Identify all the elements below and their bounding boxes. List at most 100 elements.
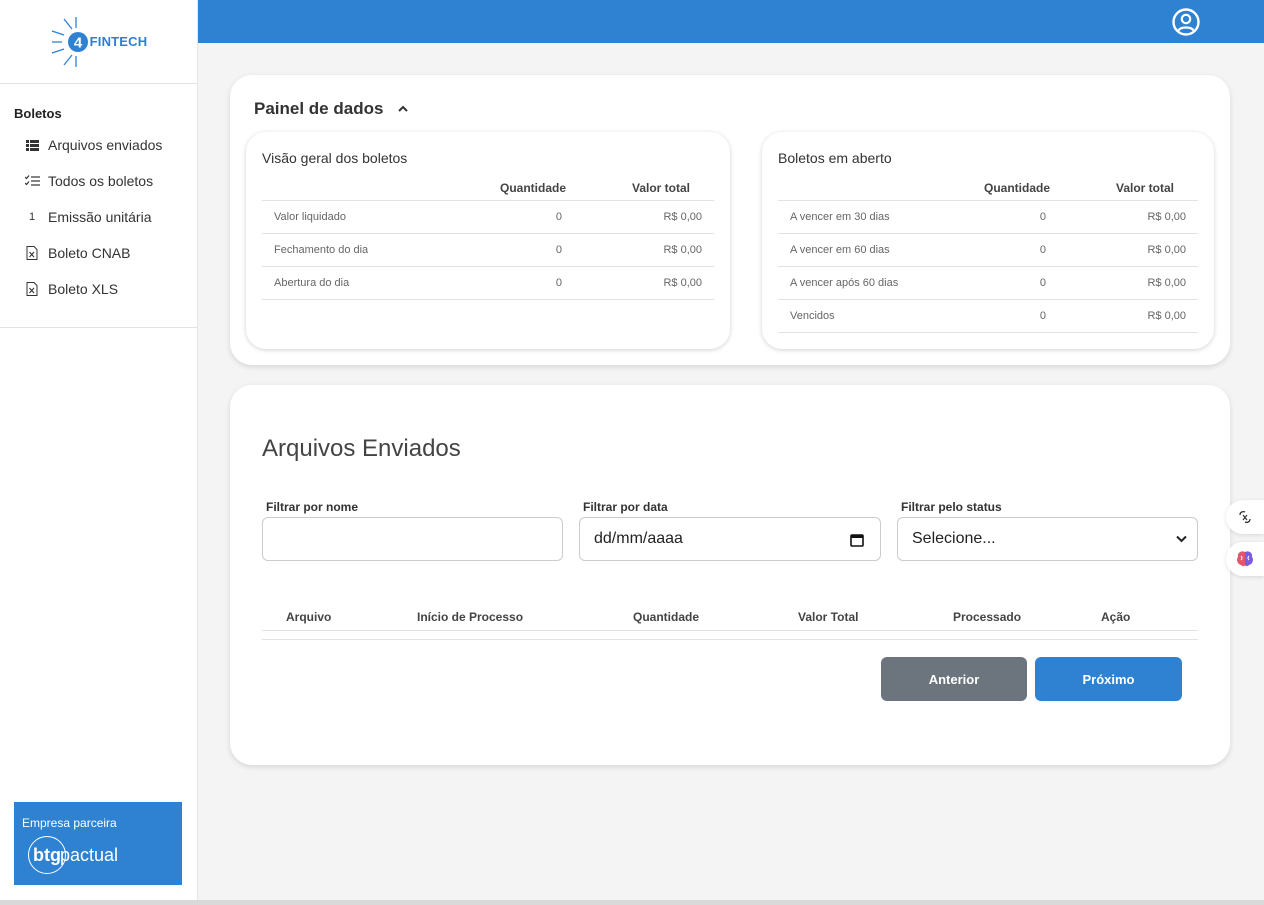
- table-row: A vencer após 60 dias 0 R$ 0,00: [778, 267, 1198, 300]
- svg-text:4: 4: [73, 34, 82, 51]
- sidebar-item-todos-os-boletos[interactable]: Todos os boletos: [0, 163, 197, 199]
- sidebar-nav: Boletos Arquivos enviados Todos os bolet…: [0, 84, 197, 328]
- partner-banner: Empresa parceira btg pactual: [14, 802, 182, 885]
- open-boletos-card: Boletos em aberto Quantidade Valor total…: [762, 132, 1214, 349]
- table-row: Valor liquidado 0 R$ 0,00: [262, 201, 714, 234]
- table-row: A vencer em 30 dias 0 R$ 0,00: [778, 201, 1198, 234]
- overview-card: Visão geral dos boletos Quantidade Valor…: [246, 132, 730, 349]
- file-x-icon: [24, 281, 40, 297]
- row-label: Fechamento do dia: [274, 244, 369, 256]
- row-quantity: 0: [1039, 277, 1046, 289]
- column-header: Valor total: [631, 180, 690, 195]
- chevron-up-icon[interactable]: [397, 103, 409, 115]
- row-label: A vencer após 60 dias: [790, 277, 899, 289]
- list-icon: [24, 137, 40, 153]
- name-filter-input[interactable]: [262, 517, 563, 561]
- row-value: R$ 0,00: [1147, 244, 1186, 256]
- panel-title-text: Painel de dados: [254, 99, 384, 118]
- files-table: Arquivo Início de Processo Quantidade Va…: [262, 603, 1198, 640]
- number-one-icon: 1: [28, 211, 36, 223]
- sidebar-item-boleto-xls[interactable]: Boleto XLS: [0, 271, 197, 307]
- chevron-down-icon: [1176, 535, 1187, 543]
- sidebar-item-label: Arquivos enviados: [48, 137, 163, 153]
- column-header: Quantidade: [499, 180, 566, 195]
- column-header: Processado: [953, 609, 1022, 624]
- column-header: Ação: [1101, 609, 1131, 624]
- checklist-icon: [24, 173, 40, 189]
- date-filter-input[interactable]: dd/mm/aaaa: [579, 517, 881, 561]
- overview-title: Visão geral dos boletos: [262, 150, 408, 166]
- page-title: Arquivos Enviados: [262, 435, 461, 462]
- btg-logo-text: pactual: [60, 844, 119, 865]
- row-label: A vencer em 60 dias: [790, 244, 890, 256]
- name-filter-label: Filtrar por nome: [266, 500, 359, 514]
- sidebar-item-boleto-cnab[interactable]: Boleto CNAB: [0, 235, 197, 271]
- table-header: Quantidade Valor total: [778, 175, 1198, 201]
- sidebar: 4 FINTECH Boletos Arquivos enviados Todo…: [0, 0, 198, 900]
- partner-label: Empresa parceira: [22, 816, 117, 830]
- row-quantity: 0: [555, 211, 562, 223]
- previous-button[interactable]: Anterior: [881, 657, 1027, 701]
- table-row: Abertura do dia 0 R$ 0,00: [262, 267, 714, 300]
- row-quantity: 0: [1039, 244, 1046, 256]
- row-value: R$ 0,00: [1147, 277, 1186, 289]
- overview-table: Quantidade Valor total Valor liquidado 0…: [262, 175, 714, 300]
- next-button[interactable]: Próximo: [1035, 657, 1182, 701]
- sidebar-item-emissao-unitaria[interactable]: 1 Emissão unitária: [0, 199, 197, 235]
- btg-pactual-logo: btg pactual: [22, 836, 174, 874]
- row-label: Valor liquidado: [274, 211, 346, 223]
- panel-title[interactable]: Painel de dados: [254, 99, 409, 119]
- column-header: Quantidade: [633, 609, 700, 624]
- sidebar-item-label: Boleto CNAB: [48, 245, 131, 261]
- row-label: Abertura do dia: [274, 277, 350, 289]
- row-quantity: 0: [1039, 310, 1046, 322]
- column-header: Valor total: [1115, 180, 1174, 195]
- sidebar-item-label: Boleto XLS: [48, 281, 119, 297]
- row-quantity: 0: [555, 244, 562, 256]
- column-header: Início de Processo: [417, 609, 524, 624]
- nav-section-title: Boletos: [14, 106, 62, 121]
- open-boletos-title: Boletos em aberto: [778, 150, 892, 166]
- row-quantity: 0: [1039, 211, 1046, 223]
- sidebar-item-label: Todos os boletos: [48, 173, 154, 189]
- row-value: R$ 0,00: [663, 244, 702, 256]
- translate-icon: [1239, 510, 1251, 524]
- user-account-icon[interactable]: [1172, 8, 1200, 36]
- row-label: A vencer em 30 dias: [790, 211, 890, 223]
- row-value: R$ 0,00: [1147, 310, 1186, 322]
- row-quantity: 0: [555, 277, 562, 289]
- table-row: A vencer em 60 dias 0 R$ 0,00: [778, 234, 1198, 267]
- logo-text: FINTECH: [89, 34, 148, 49]
- column-header: Valor Total: [798, 609, 859, 624]
- table-header: Arquivo Início de Processo Quantidade Va…: [262, 603, 1198, 631]
- file-x-icon: [24, 245, 40, 261]
- files-section: Arquivos Enviados Filtrar por nome Filtr…: [230, 385, 1230, 765]
- date-filter-value: dd/mm/aaaa: [594, 530, 683, 547]
- row-value: R$ 0,00: [663, 211, 702, 223]
- table-row: Vencidos 0 R$ 0,00: [778, 300, 1198, 333]
- table-row: Fechamento do dia 0 R$ 0,00: [262, 234, 714, 267]
- brain-icon: [1237, 551, 1253, 567]
- status-filter-label: Filtrar pelo status: [901, 500, 1002, 514]
- table-divider: [262, 631, 1198, 640]
- data-panel: Painel de dados Visão geral dos boletos …: [230, 75, 1230, 365]
- sidebar-item-label: Emissão unitária: [48, 209, 152, 225]
- status-filter-value: Selecione...: [912, 530, 996, 547]
- row-value: R$ 0,00: [663, 277, 702, 289]
- sun-logo-icon: 4: [51, 16, 88, 67]
- table-header: Quantidade Valor total: [262, 175, 714, 201]
- bottom-border: [0, 900, 1264, 905]
- top-bar: [198, 0, 1264, 43]
- calendar-icon[interactable]: [850, 533, 864, 547]
- fintech-logo[interactable]: 4 FINTECH: [50, 16, 148, 67]
- row-value: R$ 0,00: [1147, 211, 1186, 223]
- column-header: Quantidade: [983, 180, 1050, 195]
- sidebar-item-arquivos-enviados[interactable]: Arquivos enviados: [0, 127, 197, 163]
- logo-area: 4 FINTECH: [0, 0, 197, 84]
- open-boletos-table: Quantidade Valor total A vencer em 30 di…: [778, 175, 1198, 333]
- translate-widget[interactable]: [1226, 500, 1264, 534]
- row-label: Vencidos: [790, 310, 835, 322]
- brain-widget[interactable]: [1226, 542, 1264, 576]
- date-filter-label: Filtrar por data: [583, 500, 668, 514]
- status-filter-select[interactable]: Selecione...: [897, 517, 1198, 561]
